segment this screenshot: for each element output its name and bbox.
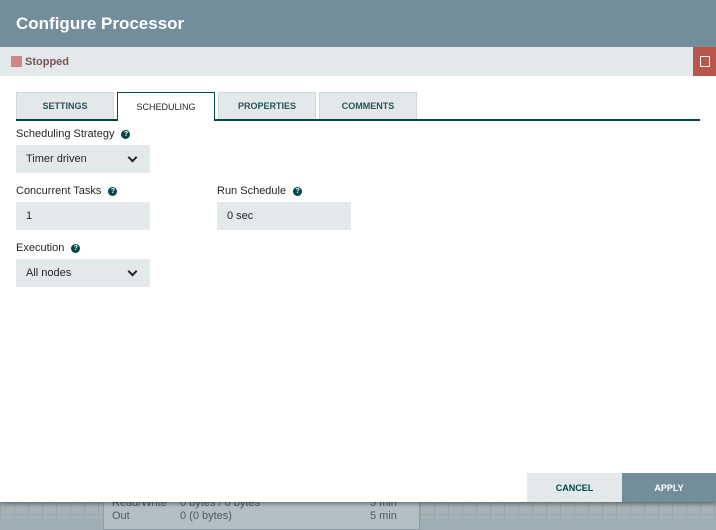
- bg-value: 0 (0 bytes): [180, 510, 232, 522]
- scheduling-strategy-label: Scheduling Strategy?: [16, 128, 131, 140]
- run-schedule-input[interactable]: 0 sec: [217, 202, 351, 230]
- execution-label: Execution?: [16, 242, 81, 254]
- run-schedule-label: Run Schedule?: [217, 185, 303, 197]
- tab-bar: SETTINGS SCHEDULING PROPERTIES COMMENTS: [16, 92, 700, 121]
- concurrent-tasks-label: Concurrent Tasks?: [16, 185, 118, 197]
- notes-button[interactable]: [693, 47, 716, 76]
- stopped-icon: [11, 56, 22, 67]
- select-value: Timer driven: [26, 153, 87, 165]
- tab-comments[interactable]: COMMENTS: [319, 92, 417, 119]
- note-icon: [699, 56, 710, 67]
- bg-label: Out: [112, 510, 130, 522]
- status-bar: Stopped: [0, 47, 716, 76]
- scheduling-strategy-select[interactable]: Timer driven: [16, 145, 150, 173]
- cancel-button[interactable]: CANCEL: [527, 473, 622, 502]
- help-icon[interactable]: ?: [121, 129, 131, 139]
- tab-properties[interactable]: PROPERTIES: [218, 92, 316, 119]
- execution-select[interactable]: All nodes: [16, 259, 150, 287]
- label-text: Run Schedule: [217, 185, 287, 197]
- help-icon[interactable]: ?: [71, 243, 81, 253]
- bg-time: 5 min: [370, 510, 397, 522]
- chevron-down-icon: [127, 266, 138, 276]
- chevron-down-icon: [127, 152, 138, 162]
- label-text: Scheduling Strategy: [16, 128, 115, 140]
- help-icon[interactable]: ?: [293, 186, 303, 196]
- configure-processor-dialog: Configure Processor Stopped SETTINGS SCH…: [0, 0, 716, 502]
- dialog-title: Configure Processor: [0, 0, 716, 47]
- apply-button[interactable]: APPLY: [622, 473, 716, 502]
- concurrent-tasks-input[interactable]: 1: [16, 202, 150, 230]
- status-label: Stopped: [25, 55, 69, 68]
- label-text: Concurrent Tasks: [16, 185, 102, 197]
- label-text: Execution: [16, 242, 65, 254]
- tab-scheduling[interactable]: SCHEDULING: [117, 92, 215, 121]
- help-icon[interactable]: ?: [108, 186, 118, 196]
- tab-settings[interactable]: SETTINGS: [16, 92, 114, 119]
- select-value: All nodes: [26, 267, 72, 279]
